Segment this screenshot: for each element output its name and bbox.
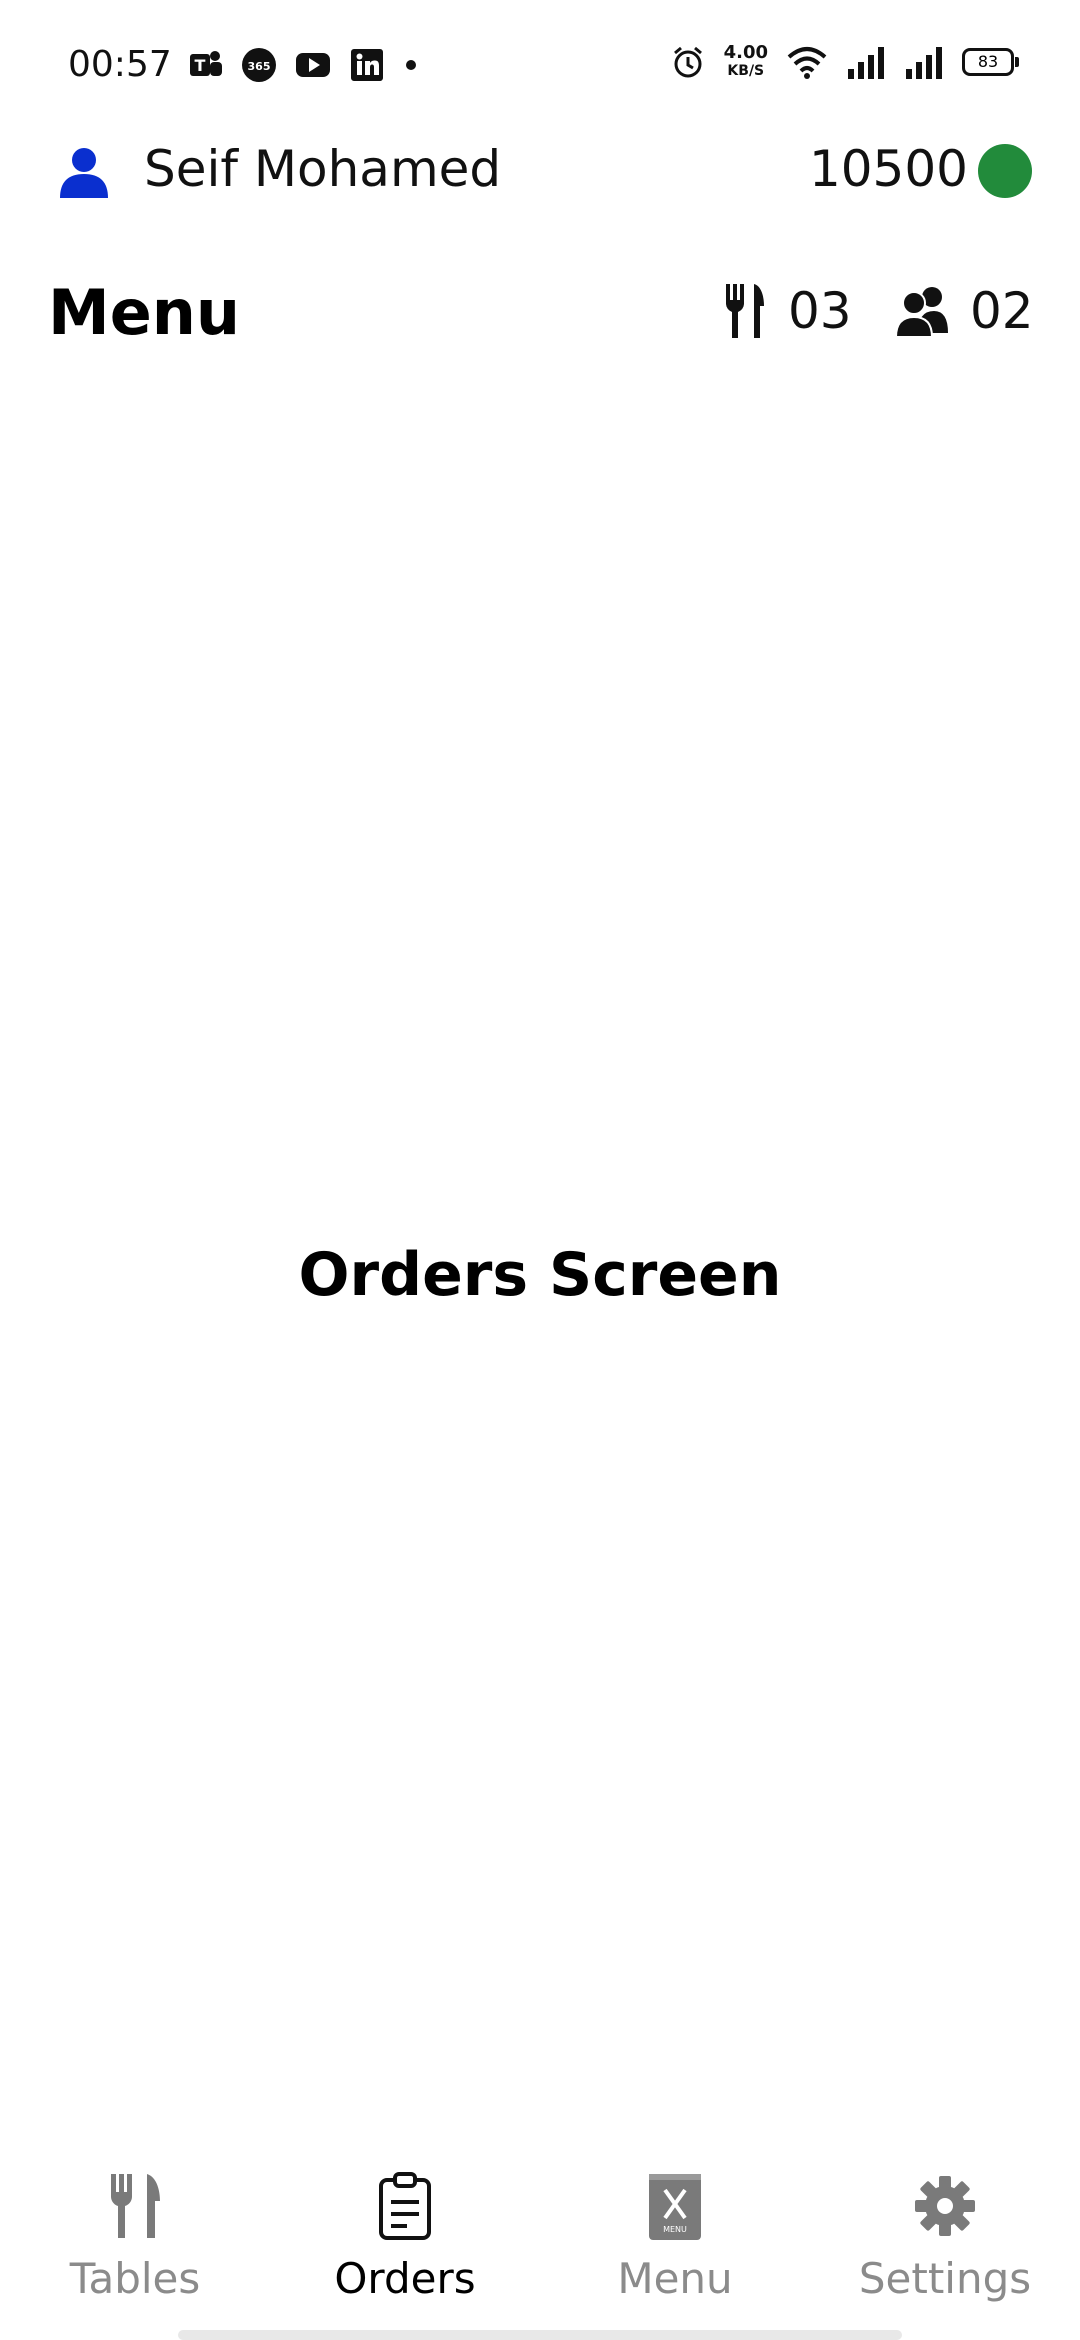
- status-bar: 00:57 T 365 4.00 KB/S 83: [0, 0, 1080, 130]
- clipboard-icon: [379, 2172, 431, 2240]
- nav-label-settings: Settings: [858, 2254, 1032, 2303]
- nav-label-orders: Orders: [334, 2254, 476, 2303]
- notification-icons: T 365: [186, 46, 416, 84]
- signal-icon-2: [906, 47, 942, 79]
- bottom-navigation: Tables Orders MENU Menu Settings: [0, 2150, 1080, 2340]
- svg-text:MENU: MENU: [663, 2225, 687, 2234]
- linkedin-icon: [351, 49, 383, 81]
- points-balance: 10500: [808, 140, 968, 198]
- office365-icon: 365: [242, 48, 276, 82]
- user-name: Seif Mohamed: [144, 140, 502, 198]
- signal-icon-1: [848, 47, 884, 79]
- gear-icon: [915, 2176, 975, 2236]
- net-speed-value: 4.00: [723, 42, 768, 63]
- nav-label-tables: Tables: [69, 2254, 201, 2303]
- nav-settings[interactable]: Settings: [810, 2150, 1080, 2340]
- menu-book-icon: MENU: [649, 2174, 701, 2240]
- cutlery-icon: [726, 284, 764, 338]
- guests-stat: 02: [894, 282, 1034, 340]
- user-header: Seif Mohamed 10500: [0, 130, 1080, 210]
- screen-placeholder-label: Orders Screen: [298, 1240, 782, 1310]
- svg-text:T: T: [195, 56, 206, 75]
- page-title: Menu: [48, 276, 241, 349]
- network-speed: 4.00 KB/S: [724, 44, 768, 80]
- wifi-icon: [787, 47, 827, 79]
- user-icon[interactable]: [56, 144, 112, 200]
- online-status-dot: [978, 144, 1032, 198]
- notification-dot: [406, 60, 416, 70]
- nav-menu[interactable]: MENU Menu: [540, 2150, 810, 2340]
- alarm-icon: [673, 46, 702, 78]
- net-speed-unit: KB/S: [727, 63, 765, 79]
- svg-text:365: 365: [248, 60, 271, 73]
- nav-label-menu: Menu: [617, 2254, 733, 2303]
- battery-indicator: 83: [962, 48, 1019, 76]
- guests-count: 02: [970, 282, 1034, 340]
- tables-count: 03: [788, 282, 852, 340]
- system-icons: 4.00 KB/S 83: [670, 44, 1019, 80]
- tables-stat: 03: [720, 282, 852, 340]
- teams-icon: T: [190, 51, 222, 76]
- nav-orders[interactable]: Orders: [270, 2150, 540, 2340]
- status-time: 00:57: [68, 44, 172, 85]
- youtube-icon: [296, 53, 330, 77]
- home-indicator[interactable]: [178, 2330, 902, 2340]
- users-icon: [894, 287, 948, 337]
- cutlery-icon: [111, 2174, 160, 2238]
- nav-tables[interactable]: Tables: [0, 2150, 270, 2340]
- title-bar: Menu 03 02: [0, 270, 1080, 360]
